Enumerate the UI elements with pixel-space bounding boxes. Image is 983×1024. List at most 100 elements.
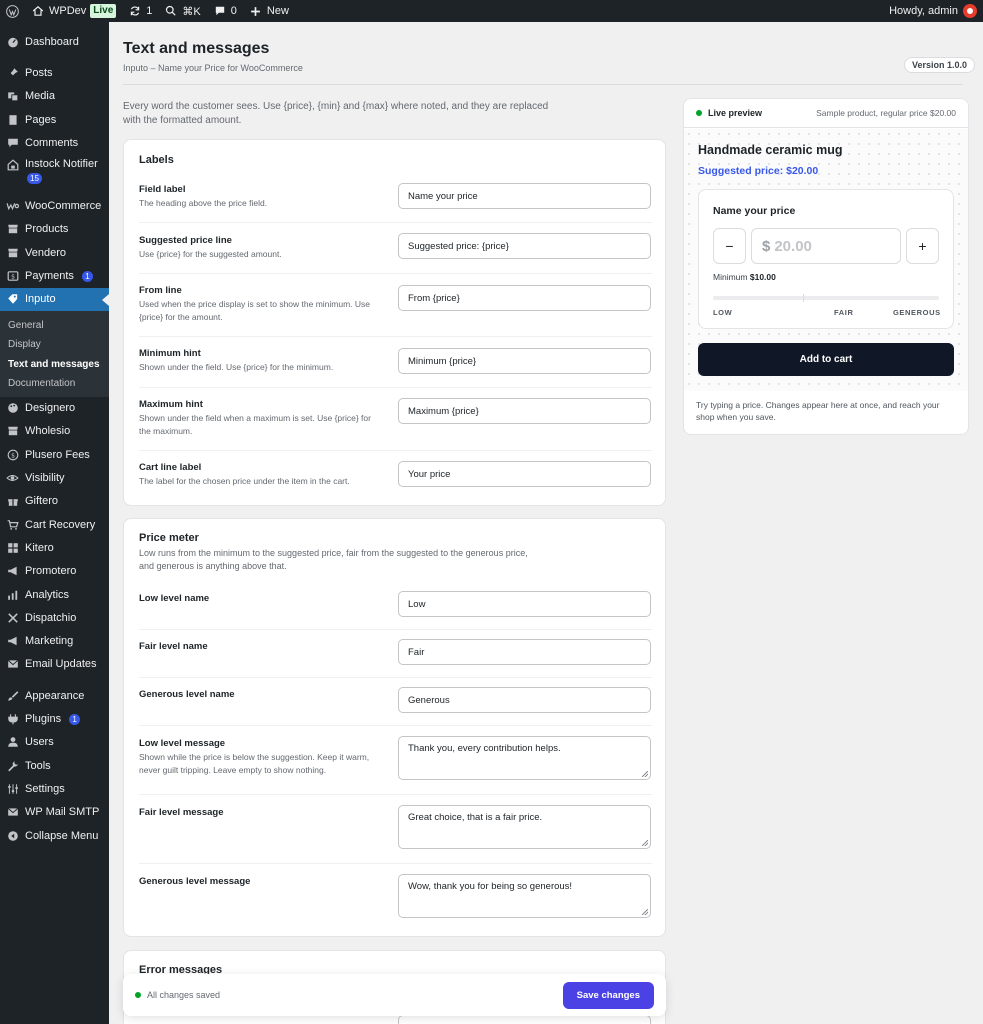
cart-line-label-input[interactable]: Your price: [398, 461, 651, 487]
sidebar-item-settings[interactable]: Settings: [0, 777, 109, 800]
sidebar-item-label: Users: [25, 736, 54, 749]
sidebar-item-email-updates[interactable]: Email Updates: [0, 653, 109, 676]
products-icon: [6, 223, 19, 236]
sidebar-item-dispatchio[interactable]: Dispatchio: [0, 606, 109, 629]
submenu-item-text-and-messages[interactable]: Text and messages: [0, 355, 109, 374]
pin-icon: [6, 66, 19, 79]
save-changes-button[interactable]: Save changes: [562, 981, 654, 1009]
command-palette-link[interactable]: ⌘K: [158, 0, 206, 22]
comments-link[interactable]: 0: [207, 0, 243, 22]
store-icon: [6, 425, 19, 438]
notification-badge: 1: [81, 270, 93, 282]
divider: [139, 794, 652, 795]
live-status-dot: [696, 110, 702, 116]
sidebar-item-dashboard[interactable]: Dashboard: [0, 30, 109, 53]
sidebar-item-plugins[interactable]: Plugins 1: [0, 707, 109, 730]
preview-note: Try typing a price. Changes appear here …: [696, 400, 940, 422]
card-description: Low runs from the minimum to the suggest…: [139, 548, 528, 571]
sidebar-item-analytics[interactable]: Analytics: [0, 583, 109, 606]
decrease-button[interactable]: −: [713, 228, 746, 264]
sidebar-item-label: Plusero Fees: [25, 448, 90, 461]
sidebar-item-visibility[interactable]: Visibility: [0, 466, 109, 489]
sidebar-item-wp-mail-smtp[interactable]: WP Mail SMTP: [0, 801, 109, 824]
sidebar-item-label: Giftero: [25, 495, 59, 508]
sidebar-item-designero[interactable]: Designero: [0, 397, 109, 420]
my-account-link[interactable]: Howdy, admin: [889, 4, 983, 18]
increase-button[interactable]: +: [906, 228, 939, 264]
comments-count: 0: [230, 5, 237, 17]
sidebar-item-plusero-fees[interactable]: $ Plusero Fees: [0, 443, 109, 466]
price-field-label: Name your price: [713, 205, 796, 217]
brush-icon: [6, 689, 19, 702]
sidebar-item-appearance[interactable]: Appearance: [0, 684, 109, 707]
sidebar-item-payments[interactable]: $ Payments 1: [0, 264, 109, 287]
submenu-item-documentation[interactable]: Documentation: [0, 374, 109, 393]
sidebar-item-vendero[interactable]: Vendero: [0, 241, 109, 264]
sidebar-item-cart-recovery[interactable]: Cart Recovery: [0, 513, 109, 536]
field-label-input[interactable]: Name your price: [398, 183, 651, 209]
price-placeholder: 20.00: [774, 237, 812, 255]
sidebar-item-pages[interactable]: Pages: [0, 108, 109, 131]
add-to-cart-button[interactable]: Add to cart: [698, 343, 954, 376]
error-message-input[interactable]: [398, 1015, 651, 1024]
sidebar-item-label: Promotero: [25, 565, 77, 578]
labels-card: Labels Field label The heading above the…: [123, 139, 666, 506]
sidebar-item-users[interactable]: Users: [0, 731, 109, 754]
divider: [139, 222, 652, 223]
sidebar-item-label: WooCommerce: [25, 200, 102, 213]
field-help: The heading above the price field.: [139, 198, 268, 208]
sidebar-item-woocommerce[interactable]: WooCommerce: [0, 194, 109, 217]
eye-icon: [6, 472, 19, 485]
from-line-input[interactable]: From {price}: [398, 285, 651, 311]
sidebar-item-kitero[interactable]: Kitero: [0, 536, 109, 559]
maximum-hint-input[interactable]: Maximum {price}: [398, 398, 651, 424]
field-label: Generous level name: [139, 689, 235, 700]
save-bar: All changes saved Save changes: [123, 974, 666, 1016]
sidebar-item-posts[interactable]: Posts: [0, 61, 109, 84]
page-title: Text and messages: [123, 40, 270, 57]
sidebar-item-comments[interactable]: Comments: [0, 131, 109, 154]
divider: [139, 273, 652, 274]
sidebar-item-media[interactable]: Media: [0, 85, 109, 108]
fair-level-message-textarea[interactable]: Great choice, that is a fair price.: [398, 805, 651, 849]
saved-status-dot: [135, 992, 141, 998]
suggested-price-line-input[interactable]: Suggested price: {price}: [398, 233, 651, 259]
price-input[interactable]: $ 20.00: [751, 228, 901, 264]
sidebar-item-inputo[interactable]: Inputo: [0, 287, 109, 311]
inputo-submenu: General Display Text and messages Docume…: [0, 310, 109, 397]
generous-level-name-input[interactable]: Generous: [398, 687, 651, 713]
submenu-item-display[interactable]: Display: [0, 335, 109, 354]
admin-sidebar: Dashboard Posts Media Pages Comments Ins…: [0, 22, 109, 1024]
minimum-hint-input[interactable]: Minimum {price}: [398, 348, 651, 374]
field-label: Low level name: [139, 593, 210, 604]
sidebar-item-wholesio[interactable]: Wholesio: [0, 420, 109, 443]
sidebar-item-label: WP Mail SMTP: [25, 806, 100, 819]
fair-level-name-input[interactable]: Fair: [398, 639, 651, 665]
sidebar-item-label: Wholesio: [25, 425, 71, 438]
sidebar-item-giftero[interactable]: Giftero: [0, 490, 109, 513]
new-content-link[interactable]: New: [243, 0, 295, 22]
sidebar-item-tools[interactable]: Tools: [0, 754, 109, 777]
sidebar-item-label: Products: [25, 223, 69, 236]
live-preview-panel: Live preview Sample product, regular pri…: [683, 98, 969, 435]
updates-link[interactable]: 1: [122, 0, 158, 22]
version-badge: Version 1.0.0: [904, 57, 976, 73]
gift-icon: [6, 495, 19, 508]
wordpress-logo-icon[interactable]: [0, 0, 25, 22]
sidebar-item-promotero[interactable]: Promotero: [0, 560, 109, 583]
sidebar-item-label: Appearance: [25, 689, 85, 702]
sidebar-item-label: Pages: [25, 113, 57, 126]
low-level-name-input[interactable]: Low: [398, 591, 651, 617]
sidebar-item-marketing[interactable]: Marketing: [0, 630, 109, 653]
sidebar-item-products[interactable]: Products: [0, 218, 109, 241]
submenu-item-general[interactable]: General: [0, 316, 109, 335]
site-name-link[interactable]: WPDev Live: [25, 0, 122, 22]
low-level-message-textarea[interactable]: Thank you, every contribution helps.: [398, 736, 651, 780]
field-label: Field label: [139, 184, 186, 195]
sidebar-item-label: Visibility: [25, 472, 65, 485]
sidebar-item-label: Collapse Menu: [25, 829, 99, 842]
generous-level-message-textarea[interactable]: Wow, thank you for being so generous!: [398, 874, 651, 918]
sidebar-item-instock-notifier[interactable]: Instock Notifier 15: [0, 154, 109, 186]
sidebar-item-label: Posts: [25, 66, 53, 79]
sidebar-item-collapse-menu[interactable]: Collapse Menu: [0, 824, 109, 847]
